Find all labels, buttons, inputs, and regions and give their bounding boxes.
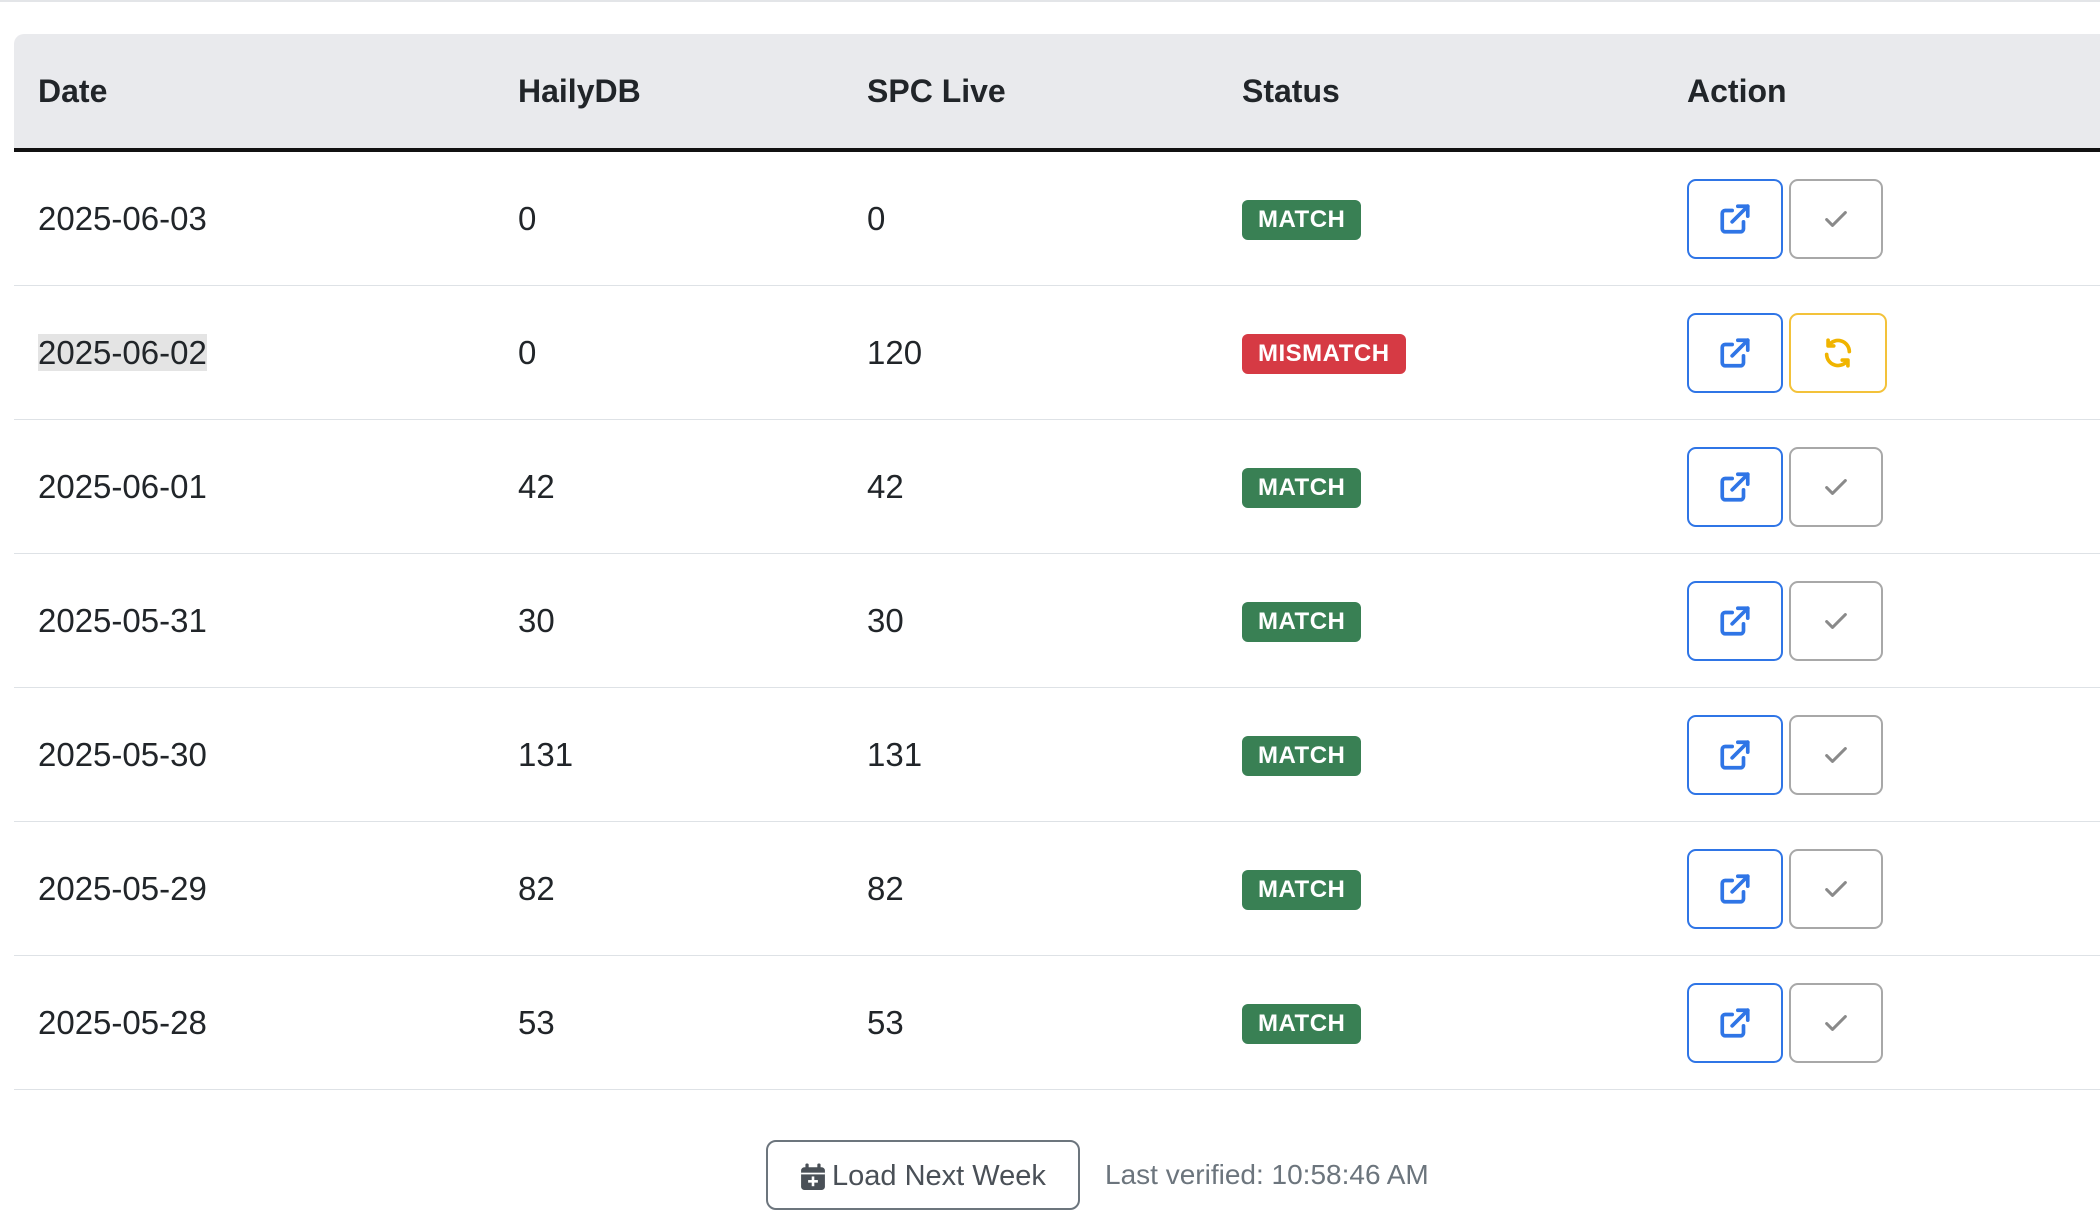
header-hailydb: HailyDB [494, 34, 843, 152]
status-badge: MATCH [1242, 602, 1362, 642]
row-status-cell: MATCH [1218, 419, 1663, 554]
status-badge: MATCH [1242, 736, 1362, 776]
table-row: 2025-05-30 131 131 MATCH [14, 687, 2100, 822]
row-date: 2025-06-01 [14, 419, 494, 554]
external-link-icon [1720, 739, 1750, 770]
last-verified-text: Last verified: 10:58:46 AM [1105, 1159, 1429, 1190]
verified-check-button[interactable] [1789, 446, 1883, 527]
row-status-cell: MATCH [1218, 955, 1663, 1090]
row-status-cell: MATCH [1218, 553, 1663, 688]
row-spc-live-count: 42 [843, 419, 1218, 554]
check-icon [1825, 1014, 1847, 1031]
row-date: 2025-05-28 [14, 955, 494, 1090]
header-status: Status [1218, 34, 1663, 152]
row-actions [1663, 553, 2100, 688]
status-badge: MATCH [1242, 468, 1362, 508]
row-status-cell: MATCH [1218, 150, 1663, 286]
calendar-plus-icon [801, 1163, 825, 1190]
resync-button[interactable] [1789, 312, 1887, 393]
header-date: Date [14, 34, 494, 152]
open-external-button[interactable] [1687, 714, 1783, 795]
open-external-button[interactable] [1687, 982, 1783, 1063]
verified-check-button[interactable] [1789, 178, 1883, 259]
row-actions [1663, 687, 2100, 822]
row-hailydb-count: 82 [494, 821, 843, 956]
row-date: 2025-05-30 [14, 687, 494, 822]
row-spc-live-count: 53 [843, 955, 1218, 1090]
top-divider [0, 0, 2100, 2]
row-hailydb-count: 42 [494, 419, 843, 554]
external-link-icon [1720, 471, 1750, 502]
row-date: 2025-05-29 [14, 821, 494, 956]
open-external-button[interactable] [1687, 312, 1783, 393]
row-spc-live-count: 82 [843, 821, 1218, 956]
check-icon [1825, 612, 1847, 629]
row-hailydb-count: 53 [494, 955, 843, 1090]
row-actions [1663, 821, 2100, 956]
sync-icon [1824, 337, 1852, 368]
verified-check-button[interactable] [1789, 848, 1883, 929]
selected-date-text: 2025-06-02 [38, 333, 207, 371]
row-actions [1663, 955, 2100, 1090]
open-external-button[interactable] [1687, 446, 1783, 527]
open-external-button[interactable] [1687, 178, 1783, 259]
row-actions [1663, 419, 2100, 554]
row-hailydb-count: 131 [494, 687, 843, 822]
row-status-cell: MATCH [1218, 821, 1663, 956]
check-icon [1825, 210, 1847, 227]
table-row: 2025-06-02 0 120 MISMATCH [14, 285, 2100, 420]
row-hailydb-count: 0 [494, 150, 843, 286]
external-link-icon [1720, 605, 1750, 636]
table-row: 2025-05-31 30 30 MATCH [14, 553, 2100, 688]
status-badge: MISMATCH [1242, 334, 1406, 374]
row-date: 2025-06-02 [14, 285, 494, 420]
verified-check-button[interactable] [1789, 714, 1883, 795]
row-date: 2025-05-31 [14, 553, 494, 688]
row-spc-live-count: 30 [843, 553, 1218, 688]
table-row: 2025-06-01 42 42 MATCH [14, 419, 2100, 554]
table-header-row: Date HailyDB SPC Live Status Action [14, 34, 2100, 152]
verification-table-container: Date HailyDB SPC Live Status Action 2025… [14, 34, 2100, 1090]
row-date: 2025-06-03 [14, 150, 494, 286]
header-spc-live: SPC Live [843, 34, 1218, 152]
external-link-icon [1720, 337, 1750, 368]
load-next-week-button[interactable]: Load Next Week [766, 1140, 1080, 1210]
verified-check-button[interactable] [1789, 580, 1883, 661]
row-actions [1663, 150, 2100, 286]
status-badge: MATCH [1242, 870, 1362, 910]
verified-check-button[interactable] [1789, 982, 1883, 1063]
row-spc-live-count: 120 [843, 285, 1218, 420]
external-link-icon [1720, 203, 1750, 234]
table-row: 2025-06-03 0 0 MATCH [14, 150, 2100, 286]
row-hailydb-count: 0 [494, 285, 843, 420]
check-icon [1825, 478, 1847, 495]
check-icon [1825, 746, 1847, 763]
load-next-week-label: Load Next Week [832, 1160, 1046, 1192]
row-hailydb-count: 30 [494, 553, 843, 688]
status-badge: MATCH [1242, 200, 1362, 240]
open-external-button[interactable] [1687, 580, 1783, 661]
row-spc-live-count: 0 [843, 150, 1218, 286]
table-row: 2025-05-29 82 82 MATCH [14, 821, 2100, 956]
status-badge: MATCH [1242, 1004, 1362, 1044]
row-spc-live-count: 131 [843, 687, 1218, 822]
external-link-icon [1720, 873, 1750, 904]
header-action: Action [1663, 34, 2100, 152]
row-actions [1663, 285, 2100, 420]
verification-table: Date HailyDB SPC Live Status Action 2025… [14, 34, 2100, 1090]
external-link-icon [1720, 1007, 1750, 1038]
table-row: 2025-05-28 53 53 MATCH [14, 955, 2100, 1090]
check-icon [1825, 880, 1847, 897]
row-status-cell: MATCH [1218, 687, 1663, 822]
row-status-cell: MISMATCH [1218, 285, 1663, 420]
open-external-button[interactable] [1687, 848, 1783, 929]
